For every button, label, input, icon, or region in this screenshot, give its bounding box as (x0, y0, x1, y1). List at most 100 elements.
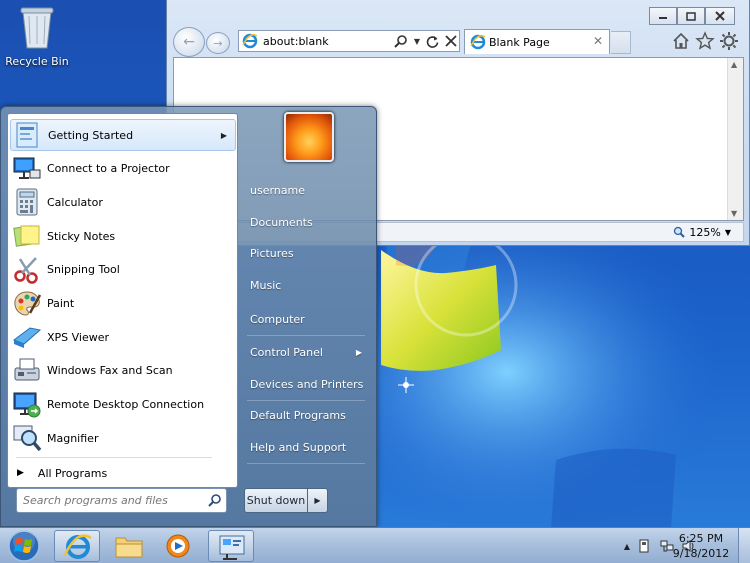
search-placeholder: Search programs and files (23, 494, 168, 507)
fax-icon (12, 356, 42, 386)
zoom-magnifier-icon (674, 226, 686, 238)
program-item[interactable]: Getting Started ▶ (10, 119, 236, 151)
address-bar[interactable]: about:blank ▼ (238, 30, 460, 52)
shutdown-button[interactable]: Shut down (244, 488, 308, 513)
program-item[interactable]: Calculator (10, 186, 236, 218)
program-label: Calculator (47, 195, 103, 209)
programs-divider (16, 457, 212, 458)
getting-started-icon (13, 120, 43, 150)
new-tab-button[interactable] (611, 31, 631, 54)
address-text: about:blank (263, 34, 329, 48)
program-item[interactable]: Sticky Notes (10, 220, 236, 252)
place-item[interactable]: Computer (250, 308, 372, 330)
recycle-bin[interactable]: Recycle Bin (4, 2, 70, 68)
place-item[interactable]: Devices and Printers (250, 373, 372, 395)
action-center-flag-icon[interactable] (638, 539, 652, 553)
show-desktop-button[interactable] (738, 528, 750, 563)
place-item[interactable]: Documents (250, 211, 372, 233)
sticky-notes-icon (12, 221, 42, 251)
close-button[interactable] (705, 7, 735, 25)
start-button[interactable] (4, 529, 44, 563)
scroll-up-icon[interactable]: ▲ (731, 60, 737, 69)
internet-explorer-icon (63, 533, 93, 561)
place-label: username (250, 183, 305, 197)
navigation-bar: ← → about:blank ▼ Blank Page ✕ (173, 26, 741, 57)
folder-icon (114, 532, 144, 560)
favorites-star-icon[interactable] (695, 31, 715, 51)
program-item[interactable]: Snipping Tool (10, 254, 236, 286)
tab-ie-icon (470, 34, 486, 50)
taskbar-button[interactable] (54, 530, 100, 562)
taskbar-button[interactable] (106, 530, 152, 562)
back-arrow-icon: ← (183, 34, 195, 50)
media-player-icon (163, 532, 193, 560)
xps-viewer-icon (12, 322, 42, 352)
calculator-icon (12, 187, 42, 217)
back-button[interactable]: ← (173, 27, 205, 57)
place-label: Help and Support (250, 440, 347, 454)
program-label: Magnifier (47, 431, 99, 445)
recycle-bin-icon (20, 7, 54, 49)
stop-icon[interactable] (445, 35, 457, 47)
user-avatar[interactable] (284, 112, 334, 162)
search-icon[interactable] (208, 493, 222, 507)
program-item[interactable]: Remote Desktop Connection (10, 389, 236, 421)
place-label: Devices and Printers (250, 377, 364, 391)
forward-button[interactable]: → (206, 32, 230, 54)
taskbar-button[interactable] (155, 530, 201, 562)
zoom-level: 125% (689, 225, 721, 239)
vertical-scrollbar[interactable]: ▲ ▼ (727, 58, 743, 220)
program-label: Paint (47, 297, 75, 310)
place-item[interactable]: username (250, 179, 372, 201)
clock-time: 6:25 PM (678, 532, 724, 545)
program-label: Remote Desktop Connection (47, 398, 205, 412)
search-icon[interactable] (394, 34, 408, 48)
program-label: XPS Viewer (47, 330, 110, 344)
clock[interactable]: 6:25 PM 9/18/2012 (670, 531, 732, 561)
place-label: Pictures (250, 246, 294, 260)
forward-arrow-icon: → (213, 36, 223, 50)
place-label: Control Panel (250, 345, 323, 359)
all-programs-label: All Programs (37, 466, 108, 480)
program-item[interactable]: Connect to a Projector (10, 153, 236, 185)
shutdown-options-button[interactable]: ▶ (308, 488, 328, 513)
place-item[interactable]: Music (250, 274, 372, 296)
program-item[interactable]: XPS Viewer (10, 321, 236, 353)
show-hidden-icons[interactable]: ▲ (624, 542, 630, 551)
address-tools: ▼ (394, 31, 457, 51)
taskbar-button[interactable] (208, 530, 254, 562)
tab-close-icon[interactable]: ✕ (593, 34, 603, 48)
zoom-dropdown-icon: ▼ (724, 227, 731, 237)
place-item[interactable]: Default Programs (250, 404, 372, 426)
home-icon[interactable] (671, 31, 691, 51)
places-separator (247, 463, 365, 464)
projector-icon (12, 154, 42, 184)
submenu-arrow-icon: ▶ (220, 130, 227, 140)
program-item[interactable]: Paint (10, 288, 236, 320)
place-item[interactable]: Control Panel ▶ (250, 341, 372, 363)
dropdown-arrow-icon[interactable]: ▼ (414, 37, 420, 46)
remote-desktop-icon (12, 390, 42, 420)
tools-gear-icon[interactable] (719, 31, 739, 51)
search-programs-input[interactable]: Search programs and files (16, 488, 227, 513)
refresh-icon[interactable] (426, 35, 439, 48)
program-item[interactable]: Windows Fax and Scan (10, 355, 236, 387)
program-item[interactable]: Magnifier (10, 422, 236, 454)
all-programs-button[interactable]: ▶ All Programs (14, 462, 236, 484)
shutdown-label: Shut down (246, 494, 306, 507)
shutdown-arrow-icon: ▶ (314, 496, 321, 505)
magnifier-icon (12, 423, 42, 453)
restore-icon (686, 11, 696, 21)
program-label: Getting Started (48, 128, 134, 142)
taskbar: ▲ 6:25 PM 9/18/2012 (0, 527, 750, 563)
zoom-control[interactable]: 125% ▼ (673, 226, 731, 239)
command-icons (671, 31, 739, 51)
minimize-button[interactable] (649, 7, 677, 25)
start-menu: Getting Started ▶ Connect to a Projector Ca… (0, 106, 377, 527)
place-item[interactable]: Pictures (250, 242, 372, 264)
minimize-icon (659, 17, 667, 19)
maximize-button[interactable] (677, 7, 705, 25)
scroll-down-icon[interactable]: ▼ (731, 209, 737, 218)
tab-blank-page[interactable]: Blank Page ✕ (464, 29, 610, 54)
place-item[interactable]: Help and Support (250, 436, 372, 458)
